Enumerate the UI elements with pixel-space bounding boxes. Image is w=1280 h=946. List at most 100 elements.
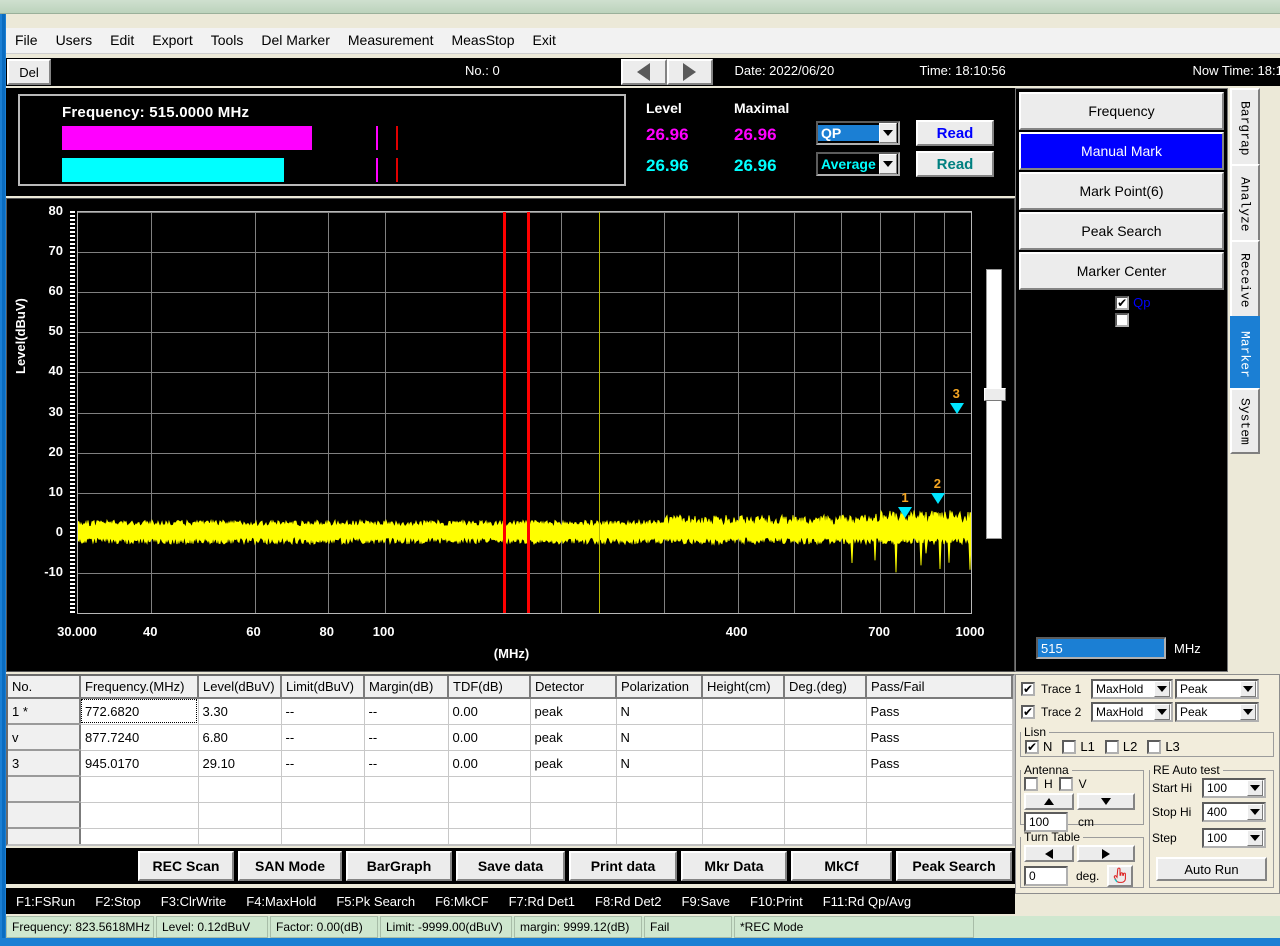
cell-level[interactable]: 29.10 — [198, 750, 281, 776]
mode-tab-system[interactable]: System — [1230, 388, 1260, 454]
table-row[interactable]: 3945.017029.10----0.00peakNPass — [8, 750, 1012, 776]
marker-triangle-3[interactable] — [950, 403, 964, 414]
cell-no[interactable]: 3 — [8, 750, 80, 776]
cell-empty[interactable] — [80, 802, 198, 828]
table-row-empty[interactable] — [8, 828, 1012, 846]
cell-empty[interactable] — [866, 776, 1012, 802]
action-button-rec-scan[interactable]: REC Scan — [138, 851, 234, 881]
action-button-peak-search[interactable]: Peak Search — [896, 851, 1012, 881]
table-header-3[interactable]: Limit(dBuV) — [281, 676, 364, 698]
cell-empty[interactable] — [616, 828, 702, 846]
antenna-up-button[interactable] — [1024, 793, 1074, 810]
lisn-l1-checkbox[interactable] — [1062, 740, 1076, 754]
cell-detector[interactable]: peak — [530, 750, 616, 776]
cell-margin[interactable]: -- — [364, 724, 448, 750]
table-row[interactable]: v877.72406.80----0.00peakNPass — [8, 724, 1012, 750]
cell-empty[interactable] — [80, 828, 198, 846]
olive-cursor[interactable] — [599, 212, 600, 613]
next-record-button[interactable] — [667, 59, 713, 85]
table-row-empty[interactable] — [8, 802, 1012, 828]
cell-empty[interactable] — [80, 776, 198, 802]
chevron-down-icon[interactable] — [1247, 804, 1263, 820]
cell-empty[interactable] — [8, 828, 80, 846]
lisn-n-checkbox[interactable]: ✔ — [1025, 740, 1039, 754]
avg-checkbox[interactable] — [1115, 313, 1129, 327]
mode-tabs[interactable]: BargrapAnalyzeReceiveMarkerSystem — [1230, 88, 1264, 470]
chevron-down-icon[interactable] — [879, 154, 897, 174]
menu-item-tools[interactable]: Tools — [202, 30, 253, 51]
cell-polarization[interactable]: N — [616, 698, 702, 724]
trace2-mode-select[interactable]: MaxHold — [1091, 702, 1173, 722]
cell-passfail[interactable]: Pass — [866, 724, 1012, 750]
avg-detector-select[interactable]: Average — [816, 152, 900, 176]
trace1-mode-select[interactable]: MaxHold — [1091, 679, 1173, 699]
cell-empty[interactable] — [281, 828, 364, 846]
cell-empty[interactable] — [784, 828, 866, 846]
antenna-h-checkbox[interactable] — [1024, 777, 1038, 791]
table-header-4[interactable]: Margin(dB) — [364, 676, 448, 698]
cell-deg[interactable] — [784, 724, 866, 750]
action-button-print-data[interactable]: Print data — [569, 851, 677, 881]
lisn-options[interactable]: ✔NL1L2L3 — [1021, 739, 1273, 754]
fkey-f7[interactable]: F7:Rd Det1 — [499, 894, 585, 909]
antenna-v-checkbox[interactable] — [1059, 777, 1073, 791]
cell-empty[interactable] — [702, 776, 784, 802]
fkey-f6[interactable]: F6:MkCF — [425, 894, 498, 909]
fkey-f11[interactable]: F11:Rd Qp/Avg — [813, 894, 921, 909]
hand-pointer-icon-button[interactable] — [1107, 865, 1133, 887]
turntable-left-button[interactable] — [1024, 845, 1074, 862]
cell-empty[interactable] — [530, 802, 616, 828]
cell-margin[interactable]: -- — [364, 750, 448, 776]
cell-tdf[interactable]: 0.00 — [448, 698, 530, 724]
table-header-1[interactable]: Frequency.(MHz) — [80, 676, 198, 698]
cell-empty[interactable] — [448, 802, 530, 828]
cell-empty[interactable] — [616, 802, 702, 828]
cell-empty[interactable] — [784, 776, 866, 802]
cell-empty[interactable] — [364, 776, 448, 802]
fkey-f9[interactable]: F9:Save — [672, 894, 740, 909]
cell-empty[interactable] — [784, 802, 866, 828]
turntable-deg-input[interactable]: 0 — [1024, 866, 1068, 886]
cell-empty[interactable] — [8, 802, 80, 828]
chevron-down-icon[interactable] — [1240, 704, 1256, 720]
menu-item-exit[interactable]: Exit — [524, 30, 565, 51]
action-button-mkr-data[interactable]: Mkr Data — [681, 851, 787, 881]
cell-margin[interactable]: -- — [364, 698, 448, 724]
cell-limit[interactable]: -- — [281, 724, 364, 750]
table-header-6[interactable]: Detector — [530, 676, 616, 698]
table-header-9[interactable]: Deg.(deg) — [784, 676, 866, 698]
lisn-option-l3[interactable]: L3 — [1147, 739, 1179, 754]
lisn-l2-checkbox[interactable] — [1105, 740, 1119, 754]
chevron-down-icon[interactable] — [1240, 681, 1256, 697]
sidebar-button-peak-search[interactable]: Peak Search — [1019, 212, 1224, 250]
chevron-down-icon[interactable] — [1247, 780, 1263, 796]
cell-height[interactable] — [702, 750, 784, 776]
qp-checkbox[interactable]: ✔ — [1115, 296, 1129, 310]
cell-height[interactable] — [702, 698, 784, 724]
fkey-f5[interactable]: F5:Pk Search — [326, 894, 425, 909]
level-scrollbar[interactable] — [986, 269, 1002, 539]
fkey-f4[interactable]: F4:MaxHold — [236, 894, 326, 909]
cell-empty[interactable] — [530, 828, 616, 846]
cell-level[interactable]: 6.80 — [198, 724, 281, 750]
cell-height[interactable] — [702, 724, 784, 750]
sidebar-button-manual-mark[interactable]: Manual Mark — [1019, 132, 1224, 170]
qp-read-button[interactable]: Read — [916, 120, 994, 146]
mode-tab-analyze[interactable]: Analyze — [1230, 164, 1260, 244]
chevron-down-icon[interactable] — [1154, 681, 1170, 697]
chevron-down-icon[interactable] — [1247, 830, 1263, 846]
fkey-f2[interactable]: F2:Stop — [85, 894, 151, 909]
step-select[interactable]: 100 — [1202, 828, 1266, 848]
menu-item-measstop[interactable]: MeasStop — [442, 30, 523, 51]
action-button-mkcf[interactable]: MkCf — [791, 851, 892, 881]
action-button-san-mode[interactable]: SAN Mode — [238, 851, 342, 881]
table-body[interactable]: 1 *772.68203.30----0.00peakNPassv877.724… — [8, 698, 1012, 846]
table-header-0[interactable]: No. — [8, 676, 80, 698]
trace2-checkbox[interactable]: ✔ — [1021, 705, 1035, 719]
cell-detector[interactable]: peak — [530, 698, 616, 724]
spectrum-chart[interactable]: Level(dBuV) 80706050403020100-10 123 30.… — [6, 198, 1015, 672]
menu-item-file[interactable]: File — [6, 30, 47, 51]
cell-empty[interactable] — [281, 802, 364, 828]
table-row[interactable]: 1 *772.68203.30----0.00peakNPass — [8, 698, 1012, 724]
marker-triangle-2[interactable] — [931, 493, 945, 504]
